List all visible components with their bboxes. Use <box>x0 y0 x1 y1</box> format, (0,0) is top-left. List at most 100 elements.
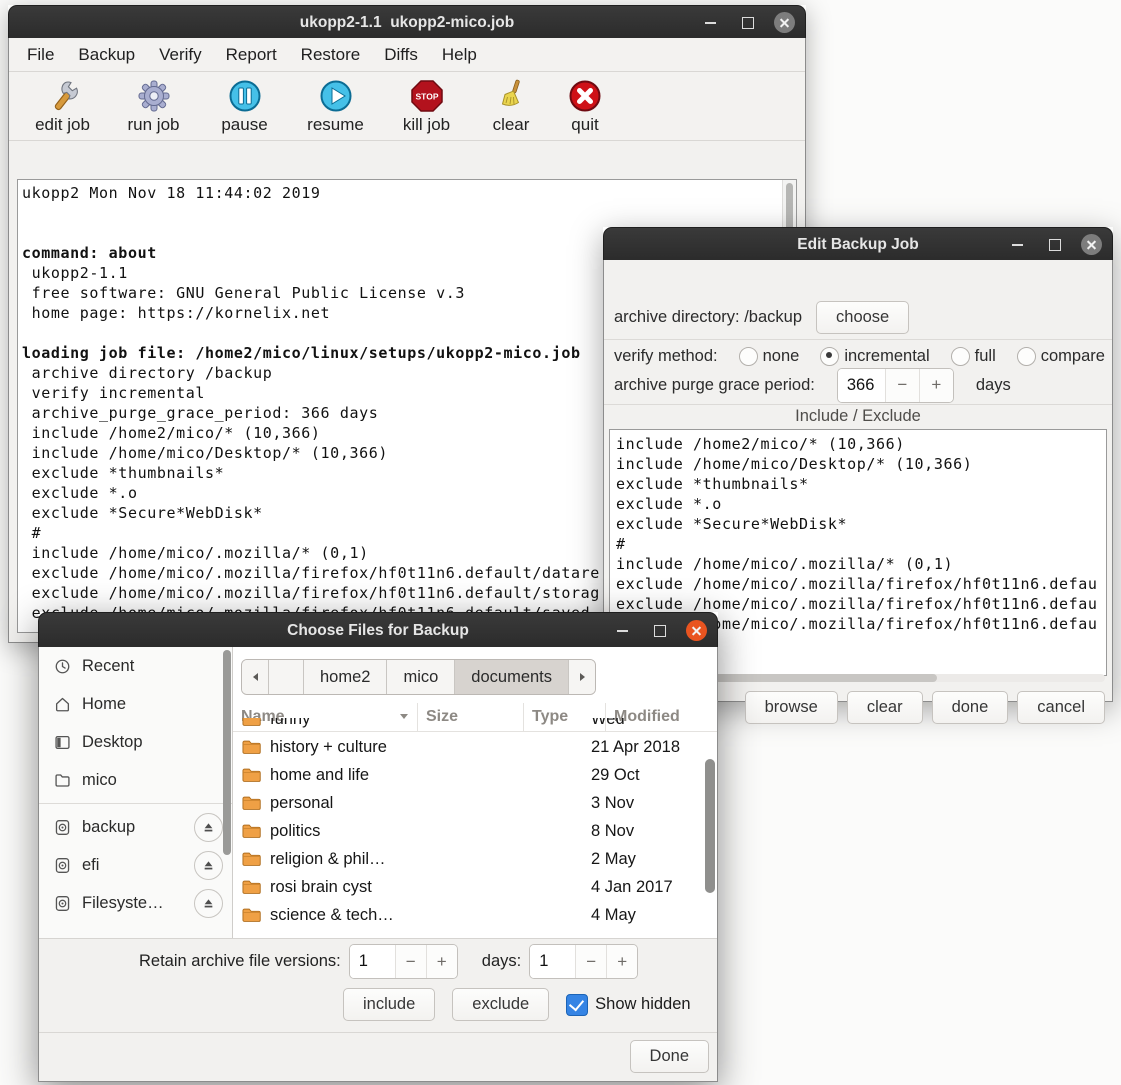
verify-options: none incremental full compare <box>718 347 1105 366</box>
file-row-science-tech[interactable]: science & tech… 4 May <box>233 901 717 929</box>
days-increment-button[interactable]: + <box>606 945 637 978</box>
menu-item-verify[interactable]: Verify <box>147 45 214 65</box>
days-decrement-button[interactable]: − <box>575 945 606 978</box>
menu-item-help[interactable]: Help <box>430 45 489 65</box>
svg-text:STOP: STOP <box>415 92 438 102</box>
edit-maximize-button[interactable] <box>1044 234 1065 255</box>
menu-item-diffs[interactable]: Diffs <box>372 45 430 65</box>
edit-titlebar[interactable]: Edit Backup Job <box>603 227 1113 261</box>
sidebar-item-efi[interactable]: efi <box>39 846 232 884</box>
sidebar-item-home[interactable]: Home <box>39 685 232 723</box>
edit-minimize-button[interactable] <box>1007 234 1028 255</box>
file-row-funny[interactable]: funny Wed <box>233 718 717 733</box>
toolbar-resume-button[interactable]: resume <box>290 79 381 135</box>
toolbar-edit-job-button[interactable]: edit job <box>17 79 108 135</box>
show-hidden-checkbox[interactable] <box>566 994 588 1016</box>
choose-button[interactable]: choose <box>816 301 909 334</box>
verify-option-full[interactable]: full <box>951 347 996 366</box>
main-titlebar[interactable]: ukopp2-1.1 ukopp2-mico.job <box>8 5 806 39</box>
grace-decrement-button[interactable]: − <box>885 369 919 402</box>
done-button[interactable]: Done <box>630 1040 709 1073</box>
file-row-personal[interactable]: personal3 Nov <box>233 789 717 817</box>
log-line: ukopp2 Mon Nov 18 11:44:02 2019 <box>22 183 796 203</box>
file-list-body[interactable]: funnyWedhistory + culture21 Apr 2018home… <box>233 718 717 939</box>
grace-period-unit: days <box>976 376 1011 395</box>
toolbar-run-job-label: run job <box>128 115 180 135</box>
files-close-button[interactable] <box>686 620 707 641</box>
path-forward-button[interactable] <box>569 660 595 694</box>
file-name: home and life <box>270 766 369 785</box>
file-row-history-culture[interactable]: history + culture21 Apr 2018 <box>233 733 717 761</box>
edit-close-button[interactable] <box>1081 234 1102 255</box>
clear-button[interactable]: clear <box>847 691 923 724</box>
done-button[interactable]: done <box>932 691 1009 724</box>
main-close-button[interactable] <box>774 12 795 33</box>
toolbar-clear-button[interactable]: clear <box>472 79 550 135</box>
include-exclude-line: exclude *.o <box>616 494 1106 514</box>
files-maximize-button[interactable] <box>649 620 670 641</box>
file-row-religion-phil[interactable]: religion & phil…2 May <box>233 845 717 873</box>
file-row-politics[interactable]: politics8 Nov <box>233 817 717 845</box>
radio-full[interactable] <box>951 347 970 366</box>
folder-orange-icon <box>242 823 261 839</box>
breadcrumb-documents[interactable]: documents <box>455 660 569 694</box>
file-modified: 8 Nov <box>591 822 634 841</box>
breadcrumb-home2[interactable]: home2 <box>304 660 387 694</box>
exclude-button[interactable]: exclude <box>452 988 549 1021</box>
disk-icon <box>54 895 71 912</box>
verify-method-label: verify method: <box>614 347 718 366</box>
grace-period-spinner: 366 − + <box>837 368 954 403</box>
menu-item-report[interactable]: Report <box>214 45 289 65</box>
toolbar-kill-job-button[interactable]: STOPkill job <box>381 79 472 135</box>
main-maximize-button[interactable] <box>737 12 758 33</box>
file-modified: Wed <box>591 718 625 729</box>
sidebar-item-recent[interactable]: Recent <box>39 647 232 685</box>
cancel-button[interactable]: cancel <box>1017 691 1105 724</box>
verify-option-incremental[interactable]: incremental <box>820 347 929 366</box>
sidebar-item-label: efi <box>82 856 99 875</box>
file-name: funny <box>270 718 310 729</box>
eject-button[interactable] <box>194 889 223 918</box>
radio-incremental-selected[interactable] <box>820 347 839 366</box>
retain-versions-value[interactable]: 1 <box>350 945 395 978</box>
sidebar-item-backup[interactable]: backup <box>39 808 232 846</box>
include-button[interactable]: include <box>343 988 435 1021</box>
grace-increment-button[interactable]: + <box>919 369 953 402</box>
toolbar-pause-button[interactable]: pause <box>199 79 290 135</box>
include-exclude-header: Include / Exclude <box>604 407 1112 426</box>
verify-option-compare[interactable]: compare <box>1017 347 1105 366</box>
file-row-home-and-life[interactable]: home and life 29 Oct <box>233 761 717 789</box>
file-list-scrollbar-thumb[interactable] <box>705 759 715 893</box>
toolbar-run-job-button[interactable]: run job <box>108 79 199 135</box>
grace-period-value[interactable]: 366 <box>838 369 885 402</box>
sidebar-item-desktop[interactable]: Desktop <box>39 723 232 761</box>
file-modified: 29 Oct <box>591 766 640 785</box>
files-titlebar[interactable]: Choose Files for Backup <box>38 612 718 648</box>
sidebar-item-filesyste[interactable]: Filesyste… <box>39 884 232 922</box>
file-modified: 4 May <box>591 906 636 925</box>
toolbar-quit-button[interactable]: quit <box>550 79 620 135</box>
retain-versions-spinner: 1 − + <box>349 944 458 979</box>
verify-option-none[interactable]: none <box>739 347 800 366</box>
path-back-button[interactable] <box>242 660 269 694</box>
file-row-rosi-brain-cyst[interactable]: rosi brain cyst4 Jan 2017 <box>233 873 717 901</box>
files-minimize-button[interactable] <box>612 620 633 641</box>
eject-button[interactable] <box>194 851 223 880</box>
retain-increment-button[interactable]: + <box>426 945 457 978</box>
sidebar-item-mico[interactable]: mico <box>39 761 232 799</box>
breadcrumb-mico[interactable]: mico <box>387 660 455 694</box>
menu-item-file[interactable]: File <box>15 45 66 65</box>
toolbar-edit-job-label: edit job <box>35 115 90 135</box>
menu-bar: FileBackupVerifyReportRestoreDiffsHelp <box>9 38 805 72</box>
eject-button[interactable] <box>194 813 223 842</box>
menu-item-restore[interactable]: Restore <box>289 45 373 65</box>
retain-days-value[interactable]: 1 <box>530 945 575 978</box>
menu-item-backup[interactable]: Backup <box>66 45 147 65</box>
file-name: science & tech… <box>270 906 394 925</box>
breadcrumb-filesystem-button[interactable] <box>269 660 304 694</box>
radio-none[interactable] <box>739 347 758 366</box>
retain-decrement-button[interactable]: − <box>395 945 426 978</box>
main-minimize-button[interactable] <box>700 12 721 33</box>
radio-compare[interactable] <box>1017 347 1036 366</box>
browse-button[interactable]: browse <box>745 691 838 724</box>
